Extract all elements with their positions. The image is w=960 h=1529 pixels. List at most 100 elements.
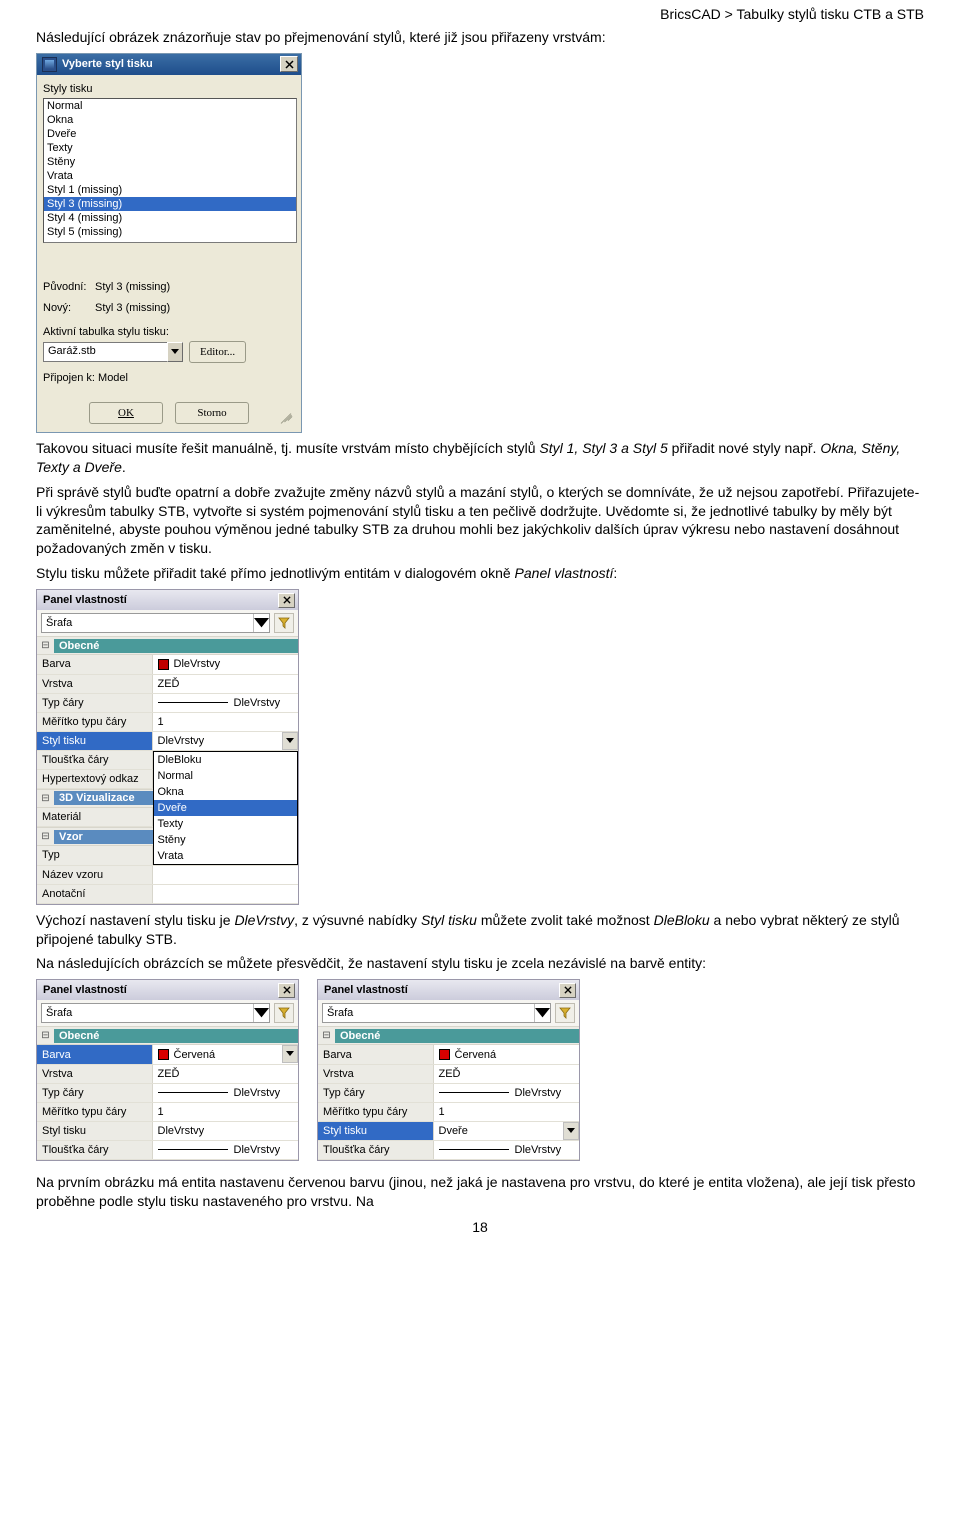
close-icon <box>564 986 572 994</box>
chevron-down-icon[interactable] <box>253 1004 269 1022</box>
dropdown-item[interactable]: Normal <box>154 768 298 784</box>
prop-key: Typ <box>37 846 152 865</box>
dialog-titlebar[interactable]: Vyberte styl tisku <box>37 54 301 75</box>
properties-panel-left: Panel vlastností Šrafa ⊟Obecné BarvaČerv… <box>36 979 299 1161</box>
prop-key: Materiál <box>37 808 152 827</box>
lweight-value[interactable]: DleVrstvy <box>152 1140 298 1159</box>
collapse-toggle[interactable]: ⊟ <box>37 640 54 651</box>
style-dropdown-list[interactable]: DleBloku Normal Okna Dveře Texty Stěny V… <box>153 751 299 865</box>
list-item[interactable]: Normal <box>44 99 296 113</box>
editor-button[interactable]: Editor... <box>189 341 246 363</box>
line-preview <box>439 1149 509 1150</box>
list-item[interactable]: Stěny <box>44 155 296 169</box>
cancel-button[interactable]: Storno <box>175 402 249 424</box>
list-item[interactable]: Vrata <box>44 169 296 183</box>
color-value[interactable]: Červená <box>152 1045 298 1064</box>
combo-arrow[interactable] <box>167 342 183 362</box>
pattern-name-value[interactable] <box>152 865 298 884</box>
dropdown-arrow[interactable] <box>282 1045 298 1063</box>
list-item[interactable]: Dveře <box>44 127 296 141</box>
dropdown-item[interactable]: DleBloku <box>154 752 298 768</box>
close-button[interactable] <box>280 56 298 72</box>
line-preview <box>158 702 228 703</box>
section-general: Obecné <box>54 639 298 653</box>
dropdown-item[interactable]: Stěny <box>154 832 298 848</box>
lweight-value[interactable]: DleVrstvy <box>433 1140 579 1159</box>
dropdown-arrow[interactable] <box>563 1122 579 1140</box>
properties-panel-right: Panel vlastností Šrafa ⊟Obecné BarvaČerv… <box>317 979 580 1161</box>
prop-key: Styl tisku <box>37 1121 152 1140</box>
entity-type-select[interactable]: Šrafa <box>322 1003 551 1023</box>
collapse-toggle[interactable]: ⊟ <box>37 1030 54 1041</box>
app-icon <box>42 57 57 72</box>
combo-value: Garáž.stb <box>43 342 167 362</box>
linetype-value[interactable]: DleVrstvy <box>152 1083 298 1102</box>
entity-type-select[interactable]: Šrafa <box>41 1003 270 1023</box>
styles-listbox[interactable]: Normal Okna Dveře Texty Stěny Vrata Styl… <box>43 98 297 243</box>
panel-close-button[interactable] <box>278 593 295 608</box>
layer-value[interactable]: ZEĎ <box>433 1064 579 1083</box>
prop-key: Vrstva <box>37 674 152 693</box>
panel-close-button[interactable] <box>559 983 576 998</box>
prop-key: Anotační <box>37 884 152 903</box>
prop-key: Hypertextový odkaz <box>37 769 152 788</box>
prop-key: Název vzoru <box>37 865 152 884</box>
ltscale-value[interactable]: 1 <box>152 712 298 731</box>
chevron-down-icon[interactable] <box>253 614 269 632</box>
list-item[interactable]: Styl 5 (missing) <box>44 225 296 239</box>
style-table-combo[interactable]: Garáž.stb <box>43 342 183 362</box>
properties-table: BarvaDleVrstvy VrstvaZEĎ Typ čáryDleVrst… <box>37 655 298 789</box>
print-style-value[interactable]: Dveře <box>433 1121 579 1140</box>
filter-button[interactable] <box>274 613 294 633</box>
collapse-toggle[interactable]: ⊟ <box>37 831 54 842</box>
panel-title: Panel vlastností <box>324 984 559 996</box>
paragraph-1: Takovou situaci musíte řešit manuálně, t… <box>36 439 924 477</box>
print-style-value[interactable]: DleVrstvy DleBloku Normal Okna Dveře Tex… <box>152 731 298 750</box>
section-general: Obecné <box>335 1029 579 1043</box>
prop-key: Barva <box>318 1045 433 1064</box>
paragraph-3: Stylu tisku můžete přiřadit také přímo j… <box>36 564 924 583</box>
paragraph-2: Při správě stylů buďte opatrní a dobře z… <box>36 483 924 559</box>
ltscale-value[interactable]: 1 <box>433 1102 579 1121</box>
list-item-selected[interactable]: Styl 3 (missing) <box>44 197 296 211</box>
color-value[interactable]: Červená <box>433 1045 579 1064</box>
prop-key: Typ čáry <box>318 1083 433 1102</box>
ok-button[interactable]: OK <box>89 402 163 424</box>
prop-key-selected: Styl tisku <box>37 731 152 750</box>
dropdown-item[interactable]: Okna <box>154 784 298 800</box>
prop-key: Měřítko typu čáry <box>318 1102 433 1121</box>
dropdown-arrow[interactable] <box>282 732 298 750</box>
collapse-toggle[interactable]: ⊟ <box>318 1030 335 1041</box>
linetype-value[interactable]: DleVrstvy <box>152 693 298 712</box>
print-style-value[interactable]: DleVrstvy <box>152 1121 298 1140</box>
panel-header[interactable]: Panel vlastností <box>318 980 579 1000</box>
layer-value[interactable]: ZEĎ <box>152 674 298 693</box>
panel-header[interactable]: Panel vlastností <box>37 590 298 610</box>
paragraph-5: Na následujících obrázcích se můžete pře… <box>36 954 924 973</box>
list-item[interactable]: Okna <box>44 113 296 127</box>
panel-header[interactable]: Panel vlastností <box>37 980 298 1000</box>
collapse-toggle[interactable]: ⊟ <box>37 793 54 804</box>
dropdown-item[interactable]: Vrata <box>154 848 298 864</box>
list-item[interactable]: Styl 4 (missing) <box>44 211 296 225</box>
prop-key: Vrstva <box>318 1064 433 1083</box>
dropdown-item[interactable]: Texty <box>154 816 298 832</box>
list-item[interactable]: Texty <box>44 141 296 155</box>
filter-button[interactable] <box>274 1003 294 1023</box>
prop-key: Měřítko typu čáry <box>37 712 152 731</box>
linetype-value[interactable]: DleVrstvy <box>433 1083 579 1102</box>
line-preview <box>439 1092 509 1093</box>
panel-close-button[interactable] <box>278 983 295 998</box>
filter-button[interactable] <box>555 1003 575 1023</box>
dropdown-item-selected[interactable]: Dveře <box>154 800 298 816</box>
entity-type-select[interactable]: Šrafa <box>41 613 270 633</box>
breadcrumb: BricsCAD > Tabulky stylů tisku CTB a STB <box>36 6 924 22</box>
color-value[interactable]: DleVrstvy <box>152 655 298 674</box>
annotative-value[interactable] <box>152 884 298 903</box>
page-number: 18 <box>36 1219 924 1235</box>
prop-key: Tloušťka čáry <box>37 750 152 769</box>
list-item[interactable]: Styl 1 (missing) <box>44 183 296 197</box>
layer-value[interactable]: ZEĎ <box>152 1064 298 1083</box>
ltscale-value[interactable]: 1 <box>152 1102 298 1121</box>
chevron-down-icon[interactable] <box>534 1004 550 1022</box>
